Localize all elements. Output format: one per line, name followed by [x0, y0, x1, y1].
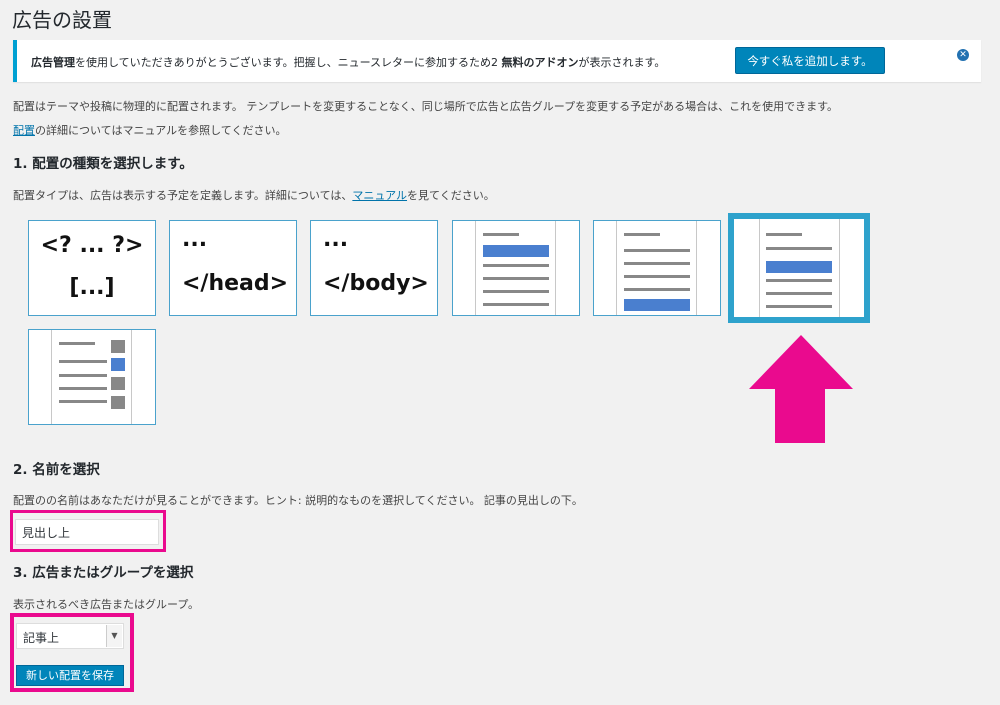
add-me-now-button[interactable]: 今すぐ私を追加します。 [735, 47, 885, 74]
notice-text: 広告管理を使用していただきありがとうございます。把握し、ニュースレターに参加する… [31, 54, 665, 70]
intro-line1: 配置はテーマや投稿に物理的に配置されます。 テンプレートを変更することなく、同じ… [13, 100, 838, 113]
type-head-line2: </head> [182, 271, 289, 296]
type-body-line1: ... [323, 227, 349, 252]
step1-desc: 配置タイプは、広告は表示する予定を定義します。詳細については、マニュアルを見てく… [13, 187, 495, 203]
type-body-line2: </body> [323, 271, 429, 296]
placement-type-before-content[interactable] [452, 220, 580, 316]
type-head-line1: ... [182, 227, 208, 252]
ad-block-icon [483, 245, 549, 257]
page-title: 広告の設置 [12, 8, 112, 32]
intro-line2-rest: の詳細についてはマニュアルを参照してください。 [35, 124, 287, 137]
step1-desc-before: 配置タイプは、広告は表示する予定を定義します。詳細については、 [13, 189, 353, 202]
manual-link[interactable]: マニュアル [352, 189, 407, 202]
notice-text-end: が表示されます。 [578, 56, 666, 69]
notice-text-mid: を使用していただきありがとうございます。把握し、ニュースレターに参加するため2 [75, 56, 502, 69]
step2-desc: 配置のの名前はあなただけが見ることができます。ヒント: 説明的なものを選択してく… [13, 494, 583, 507]
placement-name-input[interactable]: 見出し上 [15, 519, 159, 545]
placement-type-after-content[interactable] [593, 220, 721, 316]
admin-notice: 広告管理を使用していただきありがとうございます。把握し、ニュースレターに参加する… [13, 40, 981, 82]
up-arrow-icon [749, 335, 853, 443]
placement-manual-link[interactable]: 配置 [13, 124, 35, 137]
step3-heading: 3. 広告またはグループを選択 [13, 565, 194, 581]
intro-line2: 配置の詳細についてはマニュアルを参照してください。 [13, 122, 286, 138]
ad-block-icon [624, 299, 690, 311]
ad-group-select-value: 記事上 [23, 631, 60, 645]
placement-type-content-selected[interactable] [728, 213, 870, 323]
placement-type-header[interactable]: ... </head> [169, 220, 297, 316]
save-placement-button[interactable]: 新しい配置を保存 [16, 665, 124, 686]
step1-heading: 1. 配置の種類を選択します。 [13, 156, 193, 172]
chevron-down-icon[interactable]: ▼ [106, 625, 122, 647]
step3-desc: 表示されるべき広告またはグループ。 [13, 598, 200, 611]
notice-bold-plugin: 広告管理 [31, 56, 75, 69]
notice-bold-addon: 無料のアドオン [501, 56, 579, 69]
type-php-line1: <? ... ?> [40, 233, 144, 258]
step2-heading: 2. 名前を選択 [13, 462, 100, 478]
step1-desc-after: を見てください。 [407, 189, 495, 202]
widget-square-icon [111, 340, 125, 353]
ad-block-icon [766, 261, 832, 273]
placement-type-footer[interactable]: ... </body> [310, 220, 438, 316]
widget-square-icon [111, 396, 125, 409]
close-icon[interactable]: ✕ [957, 49, 969, 61]
placement-type-sidebar-widget[interactable] [28, 329, 156, 425]
ad-widget-icon [111, 358, 125, 371]
ad-group-select[interactable]: 記事上 ▼ [16, 623, 124, 649]
placement-type-manual[interactable]: <? ... ?> [...] [28, 220, 156, 316]
type-php-line2: [...] [69, 275, 115, 300]
widget-square-icon [111, 377, 125, 390]
